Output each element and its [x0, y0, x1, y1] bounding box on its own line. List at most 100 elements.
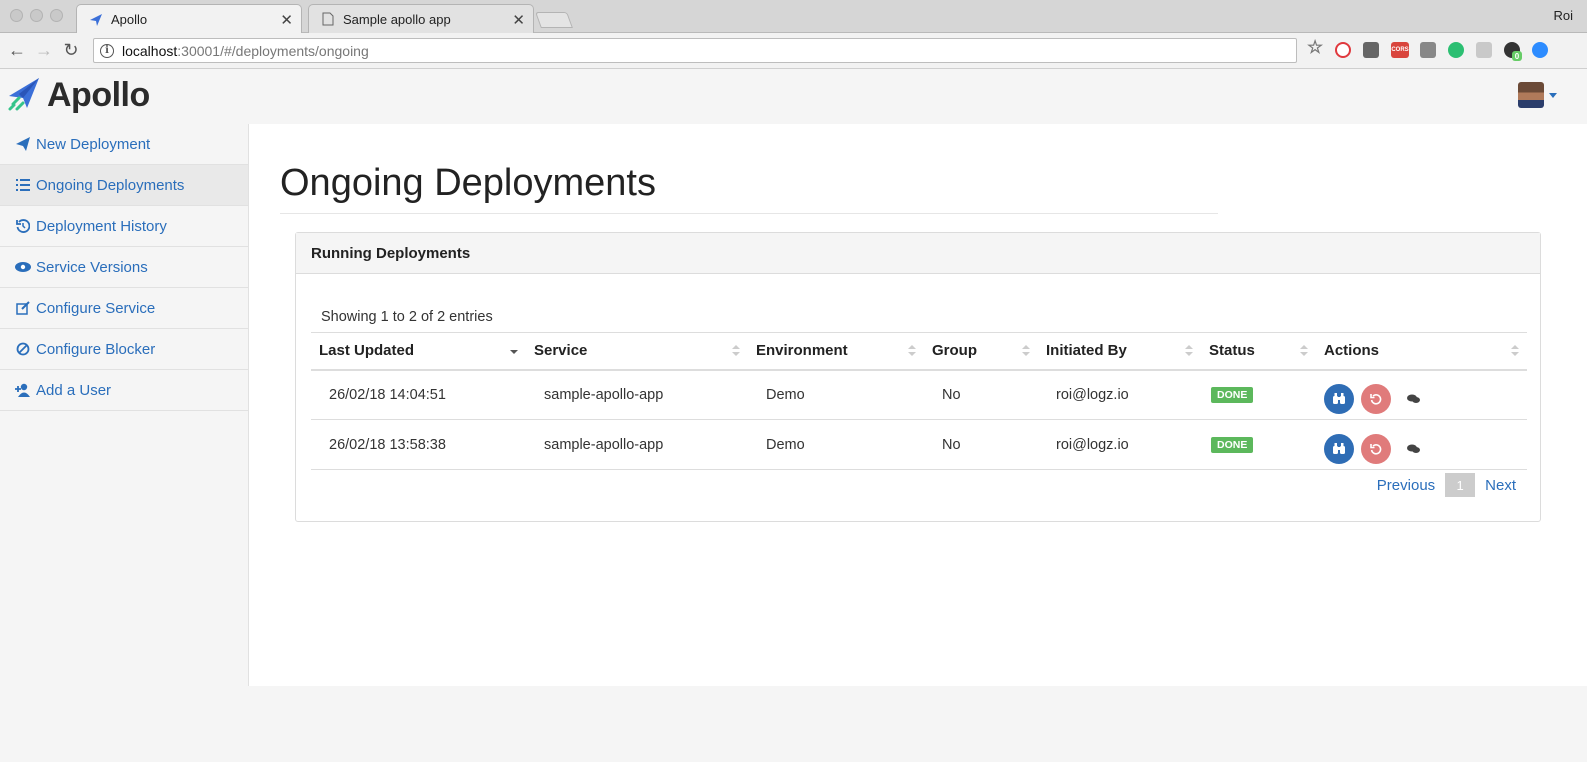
comments-button[interactable] [1402, 384, 1424, 414]
window-close-button[interactable] [10, 9, 23, 22]
url-host: localhost [122, 42, 178, 59]
column-header-label: Group [932, 342, 977, 360]
brand-name: Apollo [47, 76, 150, 114]
sort-icon [908, 345, 916, 357]
sidebar-item-label: Service Versions [36, 258, 148, 276]
column-header-label: Initiated By [1046, 342, 1127, 360]
pagination: Previous 1 Next [1367, 473, 1526, 497]
browser-tab-apollo[interactable]: Apollo ✕ [76, 4, 302, 34]
sidebar-item-service-versions[interactable]: Service Versions [0, 247, 248, 288]
brand-logo[interactable]: Apollo [7, 76, 150, 115]
cell-actions [1316, 419, 1527, 470]
sidebar-item-label: Add a User [36, 381, 112, 399]
pagination-previous[interactable]: Previous [1367, 477, 1445, 494]
browser-tabstrip: Apollo ✕ Sample apollo app ✕ Roi [0, 0, 1587, 34]
window-minimize-button[interactable] [30, 9, 43, 22]
sidebar-item-deployment-history[interactable]: Deployment History [0, 206, 248, 247]
column-header-label: Actions [1324, 342, 1380, 360]
sidebar-item-label: Configure Service [36, 299, 156, 317]
dropbox-icon[interactable] [1476, 42, 1492, 58]
address-bar[interactable]: i localhost:30001/#/deployments/ongoing [93, 38, 1297, 63]
paper-plane-icon [15, 136, 31, 152]
revert-button[interactable] [1361, 433, 1392, 464]
forward-icon[interactable]: → [34, 40, 54, 60]
sidebar-item-add-user[interactable]: Add a User [0, 370, 248, 411]
info-icon[interactable]: i [100, 43, 114, 58]
comments-button[interactable] [1402, 434, 1424, 464]
undo-icon [1370, 393, 1382, 405]
ban-icon [15, 341, 31, 357]
sidebar-item-ongoing-deployments[interactable]: Ongoing Deployments [0, 165, 248, 206]
sort-icon [732, 345, 740, 357]
reload-icon[interactable]: ↻ [61, 40, 81, 60]
sidebar-item-configure-blocker[interactable]: Configure Blocker [0, 329, 248, 370]
page-favicon-icon [321, 12, 335, 26]
github-badge: 0 [1512, 51, 1522, 61]
deployments-table: Last Updated Service Environment Group I… [311, 332, 1527, 470]
sort-icon [1511, 345, 1519, 357]
column-header-group[interactable]: Group [924, 332, 1038, 371]
history-icon [15, 218, 31, 234]
cell-service: sample-apollo-app [526, 369, 748, 420]
main-content: Ongoing Deployments Running Deployments … [249, 124, 1587, 686]
column-header-status[interactable]: Status [1201, 332, 1316, 371]
user-plus-icon [15, 382, 31, 398]
table-row: 26/02/18 13:58:38 sample-apollo-app Demo… [311, 419, 1527, 470]
zoom-icon[interactable] [1532, 42, 1548, 58]
cell-last-updated: 26/02/18 13:58:38 [311, 419, 526, 470]
grammarly-icon[interactable] [1448, 42, 1464, 58]
column-header-label: Service [534, 342, 588, 360]
sidebar-item-label: Deployment History [36, 217, 167, 235]
column-header-environment[interactable]: Environment [748, 332, 924, 371]
column-header-initiated-by[interactable]: Initiated By [1038, 332, 1201, 371]
eye-icon [15, 259, 31, 275]
cell-initiated-by: roi@logz.io [1038, 419, 1201, 470]
sidebar-item-configure-service[interactable]: Configure Service [0, 288, 248, 329]
view-logs-button[interactable] [1324, 433, 1354, 464]
table-row: 26/02/18 14:04:51 sample-apollo-app Demo… [311, 369, 1527, 420]
cell-environment: Demo [748, 419, 924, 470]
tab-close-icon[interactable]: ✕ [280, 11, 293, 29]
tab-title: Apollo [111, 12, 148, 27]
revert-button[interactable] [1361, 383, 1392, 414]
pagination-next[interactable]: Next [1475, 477, 1526, 494]
panel-title: Running Deployments [296, 233, 1540, 274]
status-badge: DONE [1211, 387, 1254, 404]
edit-icon [15, 300, 31, 316]
sort-icon [1022, 345, 1030, 357]
chevron-down-icon[interactable] [1549, 93, 1557, 98]
rocket-logo-icon [7, 76, 41, 115]
column-header-last-updated[interactable]: Last Updated [311, 332, 526, 371]
sidebar-item-label: Ongoing Deployments [36, 176, 185, 194]
app-header: Apollo [0, 70, 1587, 124]
binoculars-icon [1333, 392, 1345, 404]
url-path: :30001/#/deployments/ongoing [177, 42, 369, 59]
binoculars-icon [1333, 442, 1345, 454]
browser-profile-name[interactable]: Roi [1553, 8, 1573, 23]
comments-icon [1406, 394, 1420, 403]
column-header-actions[interactable]: Actions [1316, 332, 1527, 371]
mail-icon[interactable] [1420, 42, 1436, 58]
pagination-page[interactable]: 1 [1445, 473, 1476, 497]
back-icon[interactable]: ← [7, 40, 27, 60]
sidebar-item-new-deployment[interactable]: New Deployment [0, 124, 248, 165]
cell-actions [1316, 369, 1527, 420]
view-logs-button[interactable] [1324, 383, 1354, 414]
title-divider [280, 213, 1218, 214]
cell-status: DONE [1201, 419, 1316, 470]
cors-icon[interactable]: CORS [1391, 42, 1409, 58]
tab-close-icon[interactable]: ✕ [512, 11, 525, 29]
pocket-icon[interactable] [1363, 42, 1379, 58]
new-tab-button[interactable] [535, 12, 573, 28]
column-header-service[interactable]: Service [526, 332, 748, 371]
window-zoom-button[interactable] [50, 9, 63, 22]
table-header-row: Last Updated Service Environment Group I… [311, 332, 1527, 371]
cell-status: DONE [1201, 369, 1316, 420]
sort-desc-icon [510, 345, 518, 357]
browser-tab-sample-app[interactable]: Sample apollo app ✕ [308, 4, 534, 33]
star-icon[interactable]: ☆ [1307, 37, 1323, 57]
browser-toolbar: ← → ↻ i localhost:30001/#/deployments/on… [0, 33, 1587, 69]
sidebar-item-label: Configure Blocker [36, 340, 156, 358]
opera-icon[interactable] [1335, 42, 1351, 58]
user-avatar[interactable] [1518, 82, 1544, 108]
